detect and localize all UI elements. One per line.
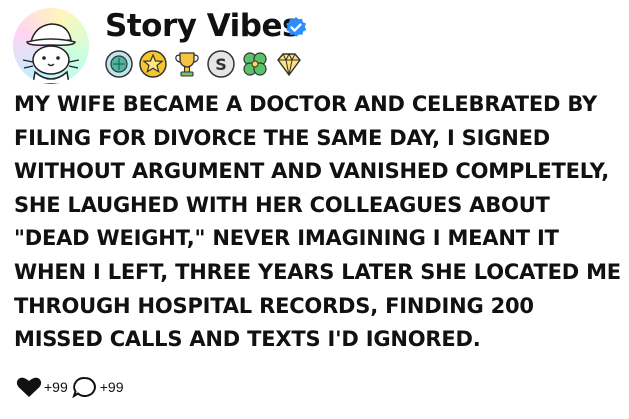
verified-badge-icon — [286, 17, 307, 37]
clover-badge-icon — [243, 52, 267, 76]
avatar[interactable] — [13, 8, 89, 84]
star-badge-icon — [139, 50, 167, 78]
like-count: +99 — [44, 379, 68, 395]
cat-with-hat-illustration — [22, 23, 80, 84]
svg-text:S: S — [215, 55, 227, 74]
achievement-badges: S — [104, 48, 304, 80]
post-text: MY WIFE BECAME A DOCTOR AND CELEBRATED B… — [14, 92, 621, 352]
comment-icon[interactable] — [72, 376, 98, 398]
trophy-badge-icon — [175, 52, 199, 77]
account-name[interactable]: Story Vibes — [105, 8, 300, 44]
diamond-badge-icon — [277, 52, 301, 77]
s-badge-icon: S — [207, 50, 235, 78]
post-actions: +99 +99 — [16, 376, 124, 398]
comment-count: +99 — [99, 379, 124, 395]
heart-icon[interactable] — [16, 376, 42, 398]
globe-badge-icon — [105, 50, 133, 78]
